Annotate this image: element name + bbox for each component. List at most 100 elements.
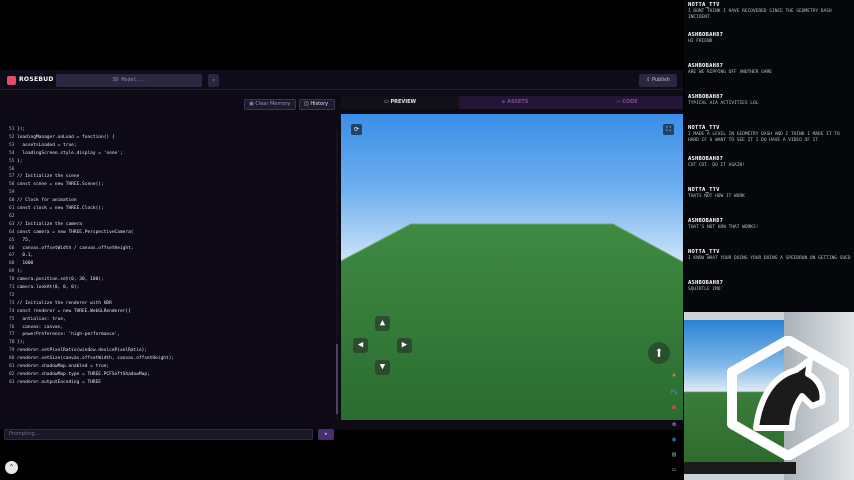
publish-label: Publish [651, 77, 670, 83]
logo-horse [753, 357, 826, 431]
line-number: 79 [9, 348, 15, 354]
app-icon[interactable]: ■ [669, 403, 679, 412]
chat-text: SQUIRTLE IMO [688, 287, 721, 292]
line-number: 82 [9, 371, 15, 377]
chat-text: I KNOW WHAT YOUR DOING YOUR DOING A SPEE… [688, 256, 851, 261]
top-bar: ROSEBUD AI 3D Model... ‹ ⇧ Publish [0, 70, 683, 90]
code-text: const renderer = new THREE.WebGLRenderer… [17, 308, 131, 314]
chevron-left-icon[interactable]: ‹ [208, 74, 219, 87]
line-number: 78 [9, 340, 15, 346]
chat-message: NOTTA_TTV I KNOW WHAT YOUR DOING YOUR DOI… [688, 249, 852, 262]
chat-text: TYPICAL AIA ACTIVITIES LOL [688, 101, 759, 106]
code-line: 76 canvas: canvas, [2, 324, 63, 332]
line-number: 59 [9, 190, 15, 196]
tab-code-label: CODE [622, 99, 638, 105]
refresh-icon[interactable]: ⟳ [351, 124, 362, 135]
stream-chat: NOTTA_TTV I DONT THINK I HAVE RECOVERED S… [684, 0, 854, 312]
horse-logo-icon [727, 336, 849, 460]
editor-scroll-thumb[interactable] [336, 344, 338, 414]
code-line: 77 powerPreference: 'high-performance', [2, 331, 120, 339]
code-text: const scene = new THREE.Scene(); [17, 182, 104, 188]
chat-text: I DONT THINK I HAVE RECOVERED SINCE THE … [688, 9, 832, 20]
code-text: renderer.shadowMap.enabled = true; [17, 364, 110, 369]
chat-message: NOTTA_TTV I DONT THINK I HAVE RECOVERED S… [688, 2, 852, 20]
ground-surface [341, 224, 683, 420]
send-button[interactable]: ➤ [318, 429, 334, 440]
chat-username: NOTTA_TTV [688, 125, 720, 131]
code-line: 81 renderer.shadowMap.enabled = true; [2, 363, 109, 371]
chat-username: ASHBOBAH87 [688, 280, 724, 286]
line-number: 76 [9, 324, 15, 330]
line-number: 69 [9, 269, 15, 275]
history-label: History [310, 101, 329, 107]
code-view[interactable]: 51}); 52 loadingManager.onLoad = function(… [2, 126, 295, 394]
code-text: // Initialize the renderer with HDR [17, 300, 112, 306]
settings-icon[interactable]: ⚙ [669, 420, 679, 429]
project-prompt-field[interactable]: 3D Model... [56, 74, 202, 87]
line-number: 67 [9, 253, 15, 259]
code-text: 75, [17, 237, 31, 243]
line-number: 52 [9, 134, 15, 140]
line-number: 57 [9, 174, 15, 180]
code-text: renderer.setSize(canvas.offsetWidth, can… [17, 356, 175, 362]
code-text: powerPreference: 'high-performance', [17, 332, 120, 338]
ps-icon[interactable]: Ps [669, 388, 679, 397]
folder-icon[interactable]: ▭ [669, 465, 679, 474]
code-text: loadingManager.onLoad = function() { [17, 134, 115, 140]
code-text: antialias: true, [17, 316, 66, 322]
globe-icon[interactable]: ◍ [669, 435, 679, 444]
code-text: }); [17, 127, 26, 132]
tab-assets[interactable]: ◈ ASSETS [459, 96, 571, 109]
fullscreen-icon[interactable]: ⛶ [663, 124, 674, 135]
history-button[interactable]: ◫ History [299, 99, 335, 110]
publish-button[interactable]: ⇧ Publish [639, 74, 677, 87]
code-text: canvas.offsetWidth / canvas.offsetHeight… [17, 245, 134, 251]
rosebud-app: ROSEBUD AI 3D Model... ‹ ⇧ Publish ▣ Cle… [0, 70, 683, 473]
plugin-icon[interactable]: ▲ [669, 370, 679, 379]
code-line: 64 const camera = new THREE.PerspectiveCa… [2, 229, 134, 237]
line-number: 65 [9, 237, 15, 243]
code-line: 57// Initialize the scene [2, 173, 79, 181]
line-number: 77 [9, 332, 15, 338]
code-line: 74 const renderer = new THREE.WebGLRender… [2, 308, 131, 316]
arrow-down-icon[interactable]: ▼ [375, 360, 390, 375]
code-text: }; [17, 158, 23, 164]
clear-memory-button[interactable]: ▣ Clear Memory [244, 99, 296, 110]
send-icon: ➤ [324, 431, 328, 438]
arrow-left-icon[interactable]: ◀ [353, 338, 368, 353]
code-line: 62 [2, 213, 17, 221]
tab-code[interactable]: ‹› CODE [571, 96, 683, 109]
chat-username: NOTTA_TTV [688, 2, 720, 8]
chevron-up-icon[interactable]: ⌃ [5, 461, 18, 474]
line-number: 62 [9, 213, 15, 219]
line-number: 73 [9, 300, 15, 306]
line-number: 60 [9, 198, 15, 204]
chat-text: HI FRIEND [688, 39, 713, 44]
arrow-right-icon[interactable]: ▶ [397, 338, 412, 353]
code-line: 52 loadingManager.onLoad = function() { [2, 134, 115, 142]
code-text: camera.lookAt(0, 0, 0); [17, 285, 80, 290]
prompt-input[interactable]: Prompting... [4, 429, 313, 440]
code-line: 72 [2, 292, 17, 300]
code-text: const camera = new THREE.PerspectiveCame… [17, 229, 134, 235]
line-number: 64 [9, 229, 15, 235]
line-number: 71 [9, 285, 15, 290]
code-line: 53 assetsLoaded = true; [2, 142, 77, 150]
line-number: 75 [9, 316, 15, 322]
jump-arrow-icon[interactable]: ⬆ [648, 342, 670, 364]
tab-preview[interactable]: ▭ PREVIEW [341, 96, 459, 109]
game-preview-viewport[interactable]: ⟳ ⛶ ▲ ◀ ▶ ▼ ⬆ [341, 114, 683, 420]
line-number: 56 [9, 166, 15, 172]
code-line: 71 camera.lookAt(0, 0, 0); [2, 284, 79, 292]
code-line: 83 renderer.outputEncoding = THREE [2, 379, 101, 387]
code-line: 66 canvas.offsetWidth / canvas.offsetHei… [2, 245, 134, 253]
chat-username: NOTTA_TTV [688, 249, 720, 255]
line-number: 63 [9, 221, 15, 227]
code-line: 51}); [2, 126, 25, 134]
arrow-up-icon[interactable]: ▲ [375, 316, 390, 331]
window-icon[interactable]: ▤ [669, 450, 679, 459]
chat-username: ASHBOBAH87 [688, 63, 724, 69]
code-text: loadingScreen.style.display = 'none'; [17, 150, 123, 156]
chat-message: ASHBOBAH87 HI FRIEND [688, 32, 852, 45]
code-line: 63// Initialize the camera [2, 221, 82, 229]
